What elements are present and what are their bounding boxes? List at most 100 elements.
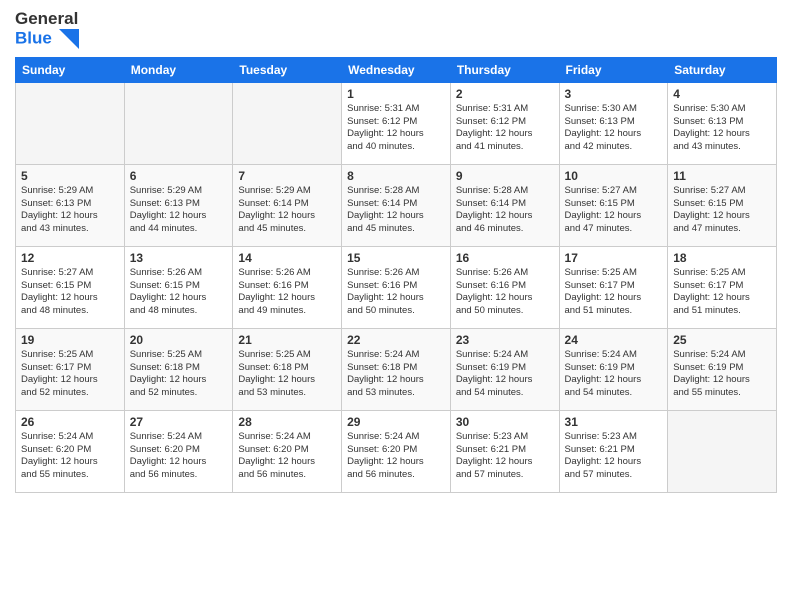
calendar-week-row: 12 Sunrise: 5:27 AM Sunset: 6:15 PM Dayli… [16, 246, 777, 328]
calendar-cell [668, 410, 777, 492]
day-number: 27 [130, 415, 228, 429]
day-info: Sunrise: 5:27 AM Sunset: 6:15 PM Dayligh… [565, 185, 663, 236]
day-info: Sunrise: 5:29 AM Sunset: 6:13 PM Dayligh… [130, 185, 228, 236]
calendar-cell [233, 82, 342, 164]
page-container: General Blue SundayMondayTuesdayWednesda… [0, 0, 792, 503]
calendar-cell: 6 Sunrise: 5:29 AM Sunset: 6:13 PM Daylig… [124, 164, 233, 246]
calendar-cell: 11 Sunrise: 5:27 AM Sunset: 6:15 PM Dayli… [668, 164, 777, 246]
calendar-cell: 9 Sunrise: 5:28 AM Sunset: 6:14 PM Daylig… [450, 164, 559, 246]
weekday-header: Saturday [668, 57, 777, 82]
day-number: 20 [130, 333, 228, 347]
calendar-cell: 27 Sunrise: 5:24 AM Sunset: 6:20 PM Dayli… [124, 410, 233, 492]
calendar-cell: 8 Sunrise: 5:28 AM Sunset: 6:14 PM Daylig… [342, 164, 451, 246]
calendar-cell: 26 Sunrise: 5:24 AM Sunset: 6:20 PM Dayli… [16, 410, 125, 492]
calendar-week-row: 5 Sunrise: 5:29 AM Sunset: 6:13 PM Daylig… [16, 164, 777, 246]
day-info: Sunrise: 5:27 AM Sunset: 6:15 PM Dayligh… [21, 267, 119, 318]
weekday-header: Tuesday [233, 57, 342, 82]
calendar-cell: 21 Sunrise: 5:25 AM Sunset: 6:18 PM Dayli… [233, 328, 342, 410]
calendar-cell: 13 Sunrise: 5:26 AM Sunset: 6:15 PM Dayli… [124, 246, 233, 328]
day-info: Sunrise: 5:29 AM Sunset: 6:14 PM Dayligh… [238, 185, 336, 236]
day-number: 19 [21, 333, 119, 347]
day-info: Sunrise: 5:25 AM Sunset: 6:18 PM Dayligh… [130, 349, 228, 400]
day-info: Sunrise: 5:23 AM Sunset: 6:21 PM Dayligh… [456, 431, 554, 482]
calendar-cell: 31Sunrise: 5:23 AM Sunset: 6:21 PM Dayli… [559, 410, 668, 492]
day-number: 17 [565, 251, 663, 265]
day-info: Sunrise: 5:29 AM Sunset: 6:13 PM Dayligh… [21, 185, 119, 236]
day-number: 25 [673, 333, 771, 347]
day-number: 24 [565, 333, 663, 347]
calendar-cell: 12 Sunrise: 5:27 AM Sunset: 6:15 PM Dayli… [16, 246, 125, 328]
calendar-week-row: 19 Sunrise: 5:25 AM Sunset: 6:17 PM Dayli… [16, 328, 777, 410]
day-info: Sunrise: 5:25 AM Sunset: 6:18 PM Dayligh… [238, 349, 336, 400]
day-number: 6 [130, 169, 228, 183]
day-number: 21 [238, 333, 336, 347]
header: General Blue [15, 10, 777, 49]
calendar-cell: 22Sunrise: 5:24 AM Sunset: 6:18 PM Dayli… [342, 328, 451, 410]
day-number: 5 [21, 169, 119, 183]
day-number: 30 [456, 415, 554, 429]
weekday-header: Sunday [16, 57, 125, 82]
day-info: Sunrise: 5:28 AM Sunset: 6:14 PM Dayligh… [456, 185, 554, 236]
day-number: 18 [673, 251, 771, 265]
calendar-cell: 16 Sunrise: 5:26 AM Sunset: 6:16 PM Dayli… [450, 246, 559, 328]
calendar-cell: 20 Sunrise: 5:25 AM Sunset: 6:18 PM Dayli… [124, 328, 233, 410]
calendar-cell: 5 Sunrise: 5:29 AM Sunset: 6:13 PM Daylig… [16, 164, 125, 246]
day-info: Sunrise: 5:24 AM Sunset: 6:20 PM Dayligh… [347, 431, 445, 482]
calendar-cell: 4Sunrise: 5:30 AM Sunset: 6:13 PM Daylig… [668, 82, 777, 164]
calendar-cell [124, 82, 233, 164]
day-number: 23 [456, 333, 554, 347]
calendar-week-row: 26 Sunrise: 5:24 AM Sunset: 6:20 PM Dayli… [16, 410, 777, 492]
day-info: Sunrise: 5:24 AM Sunset: 6:18 PM Dayligh… [347, 349, 445, 400]
calendar-cell: 29 Sunrise: 5:24 AM Sunset: 6:20 PM Dayli… [342, 410, 451, 492]
day-number: 31 [565, 415, 663, 429]
calendar-week-row: 1 Sunrise: 5:31 AM Sunset: 6:12 PM Daylig… [16, 82, 777, 164]
calendar-cell: 7 Sunrise: 5:29 AM Sunset: 6:14 PM Daylig… [233, 164, 342, 246]
day-number: 7 [238, 169, 336, 183]
day-number: 14 [238, 251, 336, 265]
day-number: 11 [673, 169, 771, 183]
calendar-cell: 14 Sunrise: 5:26 AM Sunset: 6:16 PM Dayli… [233, 246, 342, 328]
day-number: 29 [347, 415, 445, 429]
day-info: Sunrise: 5:30 AM Sunset: 6:13 PM Dayligh… [565, 103, 663, 154]
day-number: 9 [456, 169, 554, 183]
day-info: Sunrise: 5:24 AM Sunset: 6:20 PM Dayligh… [21, 431, 119, 482]
day-number: 1 [347, 87, 445, 101]
blue-triangle-icon [59, 29, 79, 49]
day-info: Sunrise: 5:25 AM Sunset: 6:17 PM Dayligh… [673, 267, 771, 318]
calendar-cell: 1 Sunrise: 5:31 AM Sunset: 6:12 PM Daylig… [342, 82, 451, 164]
day-number: 3 [565, 87, 663, 101]
calendar-cell: 30 Sunrise: 5:23 AM Sunset: 6:21 PM Dayli… [450, 410, 559, 492]
day-number: 4 [673, 87, 771, 101]
day-info: Sunrise: 5:26 AM Sunset: 6:16 PM Dayligh… [456, 267, 554, 318]
weekday-header: Friday [559, 57, 668, 82]
day-info: Sunrise: 5:27 AM Sunset: 6:15 PM Dayligh… [673, 185, 771, 236]
day-info: Sunrise: 5:28 AM Sunset: 6:14 PM Dayligh… [347, 185, 445, 236]
day-info: Sunrise: 5:24 AM Sunset: 6:19 PM Dayligh… [565, 349, 663, 400]
weekday-header: Thursday [450, 57, 559, 82]
day-info: Sunrise: 5:24 AM Sunset: 6:20 PM Dayligh… [238, 431, 336, 482]
day-info: Sunrise: 5:24 AM Sunset: 6:20 PM Dayligh… [130, 431, 228, 482]
day-info: Sunrise: 5:26 AM Sunset: 6:16 PM Dayligh… [347, 267, 445, 318]
day-number: 16 [456, 251, 554, 265]
day-info: Sunrise: 5:24 AM Sunset: 6:19 PM Dayligh… [673, 349, 771, 400]
calendar-cell: 24 Sunrise: 5:24 AM Sunset: 6:19 PM Dayli… [559, 328, 668, 410]
day-info: Sunrise: 5:25 AM Sunset: 6:17 PM Dayligh… [21, 349, 119, 400]
day-number: 12 [21, 251, 119, 265]
calendar-cell: 10 Sunrise: 5:27 AM Sunset: 6:15 PM Dayli… [559, 164, 668, 246]
day-number: 8 [347, 169, 445, 183]
calendar-cell: 2Sunrise: 5:31 AM Sunset: 6:12 PM Daylig… [450, 82, 559, 164]
day-info: Sunrise: 5:31 AM Sunset: 6:12 PM Dayligh… [456, 103, 554, 154]
calendar-cell: 19 Sunrise: 5:25 AM Sunset: 6:17 PM Dayli… [16, 328, 125, 410]
day-number: 13 [130, 251, 228, 265]
logo-text: General Blue [15, 10, 79, 49]
day-number: 15 [347, 251, 445, 265]
weekday-header: Wednesday [342, 57, 451, 82]
day-info: Sunrise: 5:26 AM Sunset: 6:16 PM Dayligh… [238, 267, 336, 318]
day-info: Sunrise: 5:24 AM Sunset: 6:19 PM Dayligh… [456, 349, 554, 400]
day-number: 10 [565, 169, 663, 183]
day-number: 26 [21, 415, 119, 429]
day-info: Sunrise: 5:26 AM Sunset: 6:15 PM Dayligh… [130, 267, 228, 318]
calendar-cell: 15 Sunrise: 5:26 AM Sunset: 6:16 PM Dayli… [342, 246, 451, 328]
day-info: Sunrise: 5:31 AM Sunset: 6:12 PM Dayligh… [347, 103, 445, 154]
calendar-cell: 17Sunrise: 5:25 AM Sunset: 6:17 PM Dayli… [559, 246, 668, 328]
